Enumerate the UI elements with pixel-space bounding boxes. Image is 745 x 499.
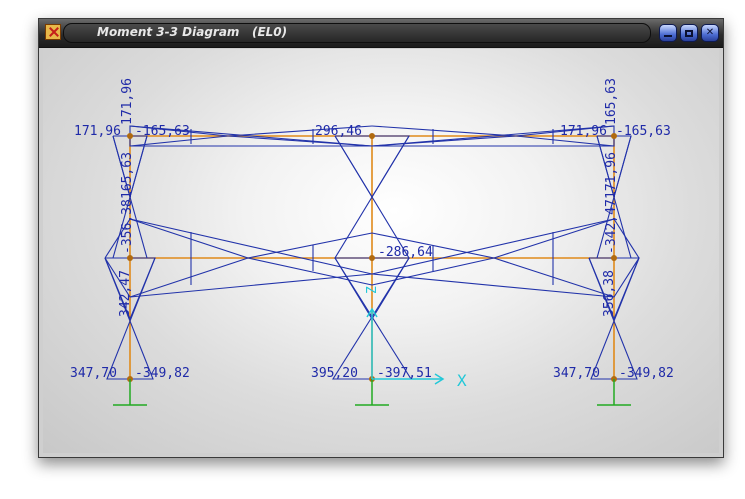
label-top-right-vert: 165,63 [604,78,619,125]
label-left-col-upper: -356,38 [120,199,135,254]
diagram-canvas[interactable]: X Z 171,96 -165,63 296,46 171,96 -165,63… [43,49,719,453]
label-base-left-2: -349,82 [135,366,190,381]
close-button[interactable]: ✕ [701,24,719,42]
close-icon: ✕ [705,27,715,38]
axis-z-label: Z [365,286,380,294]
moment-diagram-svg: X Z 171,96 -165,63 296,46 171,96 -165,63… [70,78,674,406]
label-mid-center: -286,64 [378,245,433,260]
maximize-button[interactable] [680,24,698,42]
axis-x-label: X [457,371,467,390]
label-right-col-lower: 356,38 [602,270,617,317]
node[interactable] [127,255,133,261]
label-right-col-upper2: 171,96 [604,152,619,199]
node[interactable] [369,133,375,139]
label-top-right-1: 171,96 [560,124,607,139]
label-base-mid-1: 395,20 [311,366,358,381]
minimize-icon [664,35,672,37]
label-top-mid: 296,46 [315,124,362,139]
label-right-col-upper: -342,47 [604,199,619,254]
mid-center-left [247,232,373,286]
window-title: Moment 3-3 Diagram (EL0) [97,25,288,39]
label-left-col-upper2: 165,63 [120,152,135,199]
label-base-right-2: -349,82 [619,366,674,381]
label-left-col-lower: 342,47 [118,270,133,317]
supports [113,379,631,406]
node[interactable] [611,255,617,261]
minimize-button[interactable] [659,24,677,42]
node[interactable] [127,133,133,139]
label-top-right-2: -165,63 [616,124,671,139]
title-bar[interactable]: Moment 3-3 Diagram (EL0) ✕ [39,19,723,48]
label-top-left-2: -165,63 [135,124,190,139]
label-top-left-1: 171,96 [74,124,121,139]
label-base-mid-2: -397,51 [377,366,432,381]
label-top-left-vert: 171,96 [120,78,135,125]
label-base-right-1: 347,70 [553,366,600,381]
diagram-window: Moment 3-3 Diagram (EL0) ✕ X Z 171,96 -1… [38,18,724,458]
maximize-icon [685,29,693,37]
label-base-left-1: 347,70 [70,366,117,381]
node[interactable] [369,255,375,261]
app-star-icon[interactable] [45,24,61,40]
